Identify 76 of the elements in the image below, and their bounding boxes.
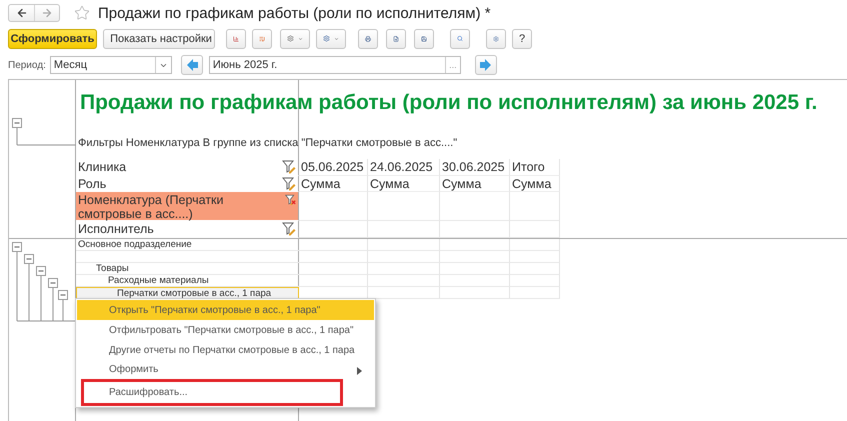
column-header: 24.06.2025 [368,159,440,176]
filter-edit-icon[interactable] [282,160,296,174]
table-cell [368,251,440,263]
table-cell [440,192,510,221]
column-header: Сумма [510,176,560,192]
group-button[interactable] [252,28,272,48]
preview-button[interactable] [386,28,406,48]
save-button[interactable] [414,28,434,48]
table-cell [440,251,510,263]
favorite-star-icon[interactable] [74,5,90,21]
table-cell [299,192,368,221]
table-cell [368,239,440,251]
grouping-field[interactable]: Роль [76,176,299,192]
search-button[interactable] [450,28,470,48]
collapse-button[interactable] [36,266,46,276]
previous-period-button[interactable] [180,55,203,75]
table-cell [299,239,368,251]
column-header: 05.06.2025 [299,159,368,176]
table-cell [510,251,560,263]
table-cell [299,263,368,275]
collapse-button[interactable] [12,242,22,252]
filter-edit-icon[interactable] [285,193,296,207]
column-header: 30.06.2025 [440,159,510,176]
table-cell [440,221,510,238]
table-cell [440,275,510,287]
column-header: Сумма [440,176,510,192]
table-cell [510,287,560,299]
table-cell [368,275,440,287]
print-button[interactable] [358,28,378,48]
filter-edit-icon[interactable] [282,222,296,236]
window-title: Продажи по графикам работы (роли по исполнителям) * [98,4,491,22]
table-cell [510,192,560,221]
show-settings-button[interactable]: Показать настройки [103,28,215,48]
report-title: Продажи по графикам работы (роли по исполнителям) за июнь 2025 г. [79,90,818,116]
column-header: Сумма [299,176,368,192]
table-cell [440,287,510,299]
row-label[interactable]: Товары [76,263,299,275]
grouping-field[interactable]: Исполнитель [76,221,299,238]
menu-item[interactable]: Открыть "Перчатки смотровые в асс., 1 пара" [77,300,374,320]
gear-icon [323,33,330,44]
gear-icon [287,33,294,44]
collapse-button[interactable] [12,118,22,128]
column-header: Сумма [368,176,440,192]
variants-button[interactable] [280,28,310,48]
collapse-button[interactable] [24,254,34,264]
table-cell [299,221,368,238]
period-field[interactable]: Июнь 2025 г. ... [208,56,461,74]
filter-edit-icon[interactable] [282,177,296,191]
table-cell [368,221,440,238]
grouping-field[interactable]: Номенклатура (Перчатки смотровые в асс....) [76,192,299,221]
help-button[interactable]: ? [512,28,532,48]
arrow-left-icon [184,58,199,72]
table-cell [368,263,440,275]
arrow-left-icon [16,7,28,19]
options-button[interactable] [316,28,346,48]
table-cell [510,263,560,275]
table-cell [510,221,560,238]
row-label[interactable]: Основное подразделение [76,239,299,251]
row-label[interactable]: Перчатки смотровые в асс., 1 пара [76,287,299,299]
column-header: Итого [510,159,560,176]
next-period-button[interactable] [474,55,497,75]
collapse-button[interactable] [58,290,68,300]
table-cell [510,239,560,251]
table-cell [440,239,510,251]
settings-button[interactable] [486,28,506,48]
table-cell [440,263,510,275]
arrow-right-icon [41,7,53,19]
table-cell [510,275,560,287]
arrow-right-icon [478,58,493,72]
period-select[interactable]: Месяц [50,56,172,74]
generate-button[interactable]: Сформировать [8,28,97,48]
collapse-button[interactable] [48,278,58,288]
table-cell [368,192,440,221]
chart-button[interactable] [226,28,246,48]
filter-description: Фильтры Номенклатура В группе из списка "Перчатки смотровые в асс...." [77,137,458,151]
period-label: Период: [8,60,46,70]
